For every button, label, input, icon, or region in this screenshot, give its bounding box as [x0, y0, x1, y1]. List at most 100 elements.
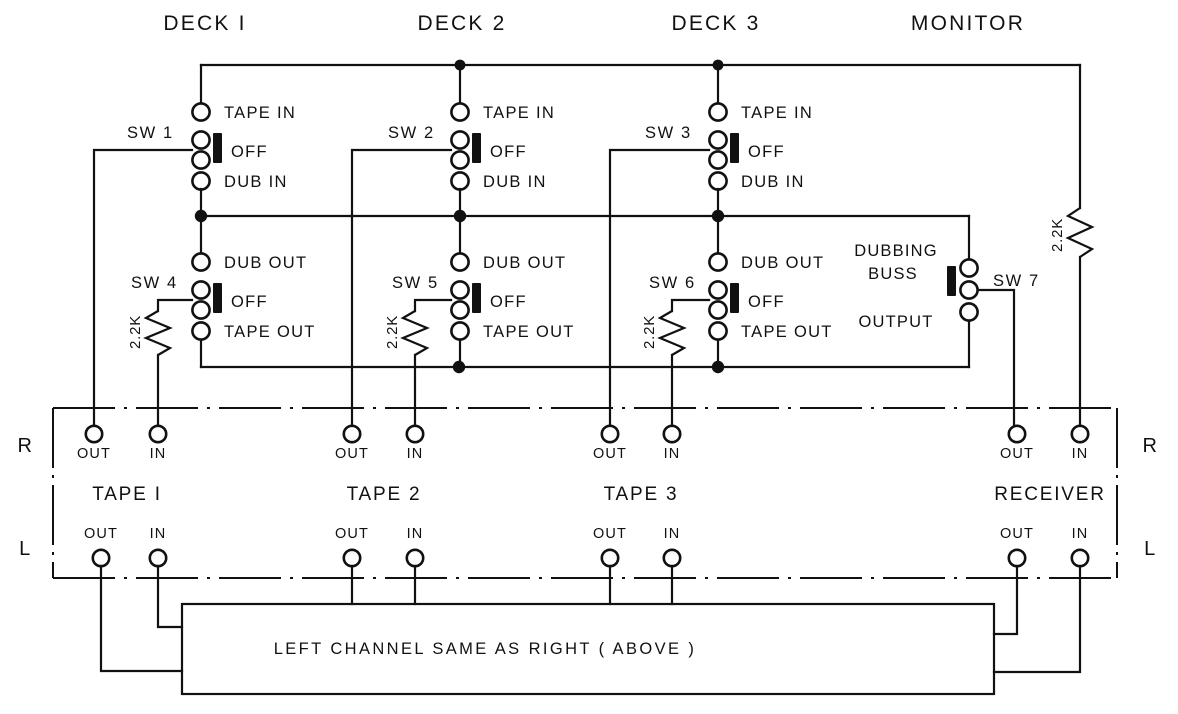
jack-label-left-out: OUT: [593, 526, 627, 542]
terminal-sw7-output[interactable]: [959, 302, 979, 322]
terminal-dub-in[interactable]: [191, 171, 211, 191]
equipment-panel: R L R L OUT IN TAPE I OUT IN OUT IN TAPE…: [17, 407, 1157, 579]
terminal-off-lower[interactable]: [450, 300, 470, 320]
switch-blade-sw1[interactable]: [213, 133, 222, 163]
jack-left-in[interactable]: [405, 548, 425, 568]
switch-blade-sw5[interactable]: [472, 283, 481, 313]
device-label-tape-1: TAPE I: [92, 484, 162, 505]
device-tape-1: OUT IN TAPE I OUT IN: [77, 424, 168, 568]
jack-right-out[interactable]: [84, 424, 104, 444]
terminal-label-tape-out: TAPE OUT: [741, 323, 833, 341]
terminal-dub-out[interactable]: [708, 252, 728, 272]
terminal-off-lower[interactable]: [450, 150, 470, 170]
terminal-off-upper[interactable]: [708, 130, 728, 150]
wire-tape1-left-in: [156, 564, 184, 629]
switch-blade-sw3[interactable]: [730, 133, 739, 163]
terminal-tape-in[interactable]: [450, 102, 470, 122]
wire-receiver-left-out: [992, 564, 1019, 636]
terminal-sw7-dub-buss[interactable]: [959, 258, 979, 278]
terminal-label-dub-in: DUB IN: [483, 173, 547, 191]
jack-right-in[interactable]: [662, 424, 682, 444]
resistor-value-label: 2.2K: [384, 315, 401, 349]
terminal-sw7-common[interactable]: [959, 280, 979, 300]
terminal-off-lower[interactable]: [191, 300, 211, 320]
switch-blade-sw7[interactable]: [947, 266, 956, 296]
terminal-tape-out[interactable]: [450, 321, 470, 341]
jack-left-out[interactable]: [342, 548, 362, 568]
jack-label-right-in: IN: [1072, 446, 1089, 462]
switch-sw1[interactable]: SW 1 TAPE IN OFF DUB IN: [127, 102, 296, 191]
switch-blade-sw4[interactable]: [213, 283, 222, 313]
resistor-2k2-deck-3: 2.2K: [641, 310, 687, 356]
switch-label-sw4: SW 4: [131, 274, 178, 292]
jack-left-out[interactable]: [91, 548, 111, 568]
jack-label-right-in: IN: [407, 446, 424, 462]
terminal-off-lower[interactable]: [191, 150, 211, 170]
jack-right-out[interactable]: [342, 424, 362, 444]
switch-sw2[interactable]: SW 2 TAPE IN OFF DUB IN: [388, 102, 555, 191]
jack-right-in[interactable]: [405, 424, 425, 444]
switch-blade-sw6[interactable]: [730, 283, 739, 313]
dubbing-buss-label-line2: BUSS: [868, 265, 918, 283]
jack-left-out[interactable]: [600, 548, 620, 568]
terminal-label-tape-in: TAPE IN: [224, 104, 296, 122]
terminal-off-upper[interactable]: [191, 280, 211, 300]
terminal-off-lower[interactable]: [708, 150, 728, 170]
resistor-2k2-monitor: 2.2K: [1049, 207, 1095, 258]
terminal-tape-out[interactable]: [191, 321, 211, 341]
terminal-label-off: OFF: [490, 143, 527, 161]
terminal-off-upper[interactable]: [708, 280, 728, 300]
headings-group: DECK I DECK 2 DECK 3 MONITOR: [163, 12, 1023, 35]
terminal-dub-in[interactable]: [708, 171, 728, 191]
terminal-label-dub-out: DUB OUT: [224, 254, 307, 272]
terminal-tape-out[interactable]: [708, 321, 728, 341]
jack-left-in[interactable]: [148, 548, 168, 568]
resistor-value-label: 2.2K: [641, 315, 658, 349]
terminal-off-lower[interactable]: [708, 300, 728, 320]
terminal-off-upper[interactable]: [450, 130, 470, 150]
jack-label-left-out: OUT: [84, 526, 118, 542]
jack-right-in[interactable]: [148, 424, 168, 444]
switch-sw4[interactable]: SW 4 DUB OUT OFF TAPE OUT: [131, 252, 316, 341]
wire-sw7-to-receiver-out: [976, 288, 1016, 427]
device-label-tape-3: TAPE 3: [604, 484, 679, 505]
terminal-dub-out[interactable]: [191, 252, 211, 272]
terminal-off-upper[interactable]: [450, 280, 470, 300]
wire-sw6-to-resistor: [670, 298, 711, 313]
jack-label-left-in: IN: [1072, 526, 1089, 542]
terminal-label-tape-out: TAPE OUT: [224, 323, 316, 341]
jack-right-out[interactable]: [1007, 424, 1027, 444]
terminal-off-upper[interactable]: [191, 130, 211, 150]
device-tape-3: OUT IN TAPE 3 OUT IN: [593, 424, 682, 568]
terminal-dub-out[interactable]: [450, 252, 470, 272]
terminal-label-tape-out: TAPE OUT: [483, 323, 575, 341]
terminal-tape-in[interactable]: [708, 102, 728, 122]
dub-output-bus: [199, 320, 971, 374]
heading-deck-3: DECK 3: [671, 12, 760, 35]
jack-left-out[interactable]: [1007, 548, 1027, 568]
jack-left-in[interactable]: [662, 548, 682, 568]
terminal-label-off: OFF: [748, 293, 785, 311]
deck-3-group: SW 3 TAPE IN OFF DUB IN SW 6 DUB OUT OFF…: [608, 102, 833, 427]
channel-label-right-right-side: R: [1142, 435, 1157, 457]
channel-label-right-left-side: R: [17, 435, 32, 457]
terminal-dub-in[interactable]: [450, 171, 470, 191]
jack-right-in[interactable]: [1070, 424, 1090, 444]
switch-label-sw2: SW 2: [388, 124, 435, 142]
jack-label-right-out: OUT: [335, 446, 369, 462]
heading-deck-1: DECK I: [163, 12, 246, 35]
switch-sw6[interactable]: SW 6 DUB OUT OFF TAPE OUT: [649, 252, 833, 341]
terminal-tape-in[interactable]: [191, 102, 211, 122]
switch-label-sw6: SW 6: [649, 274, 696, 292]
switch-sw3[interactable]: SW 3 TAPE IN OFF DUB IN: [645, 102, 813, 191]
jack-right-out[interactable]: [600, 424, 620, 444]
monitor-group: DUBBING BUSS OUTPUT SW 7 2.2K: [854, 207, 1095, 427]
jack-left-in[interactable]: [1070, 548, 1090, 568]
wire-tape1-left-out: [99, 564, 184, 673]
switch-sw5[interactable]: SW 5 DUB OUT OFF TAPE OUT: [392, 252, 575, 341]
schematic-sheet: DECK I DECK 2 DECK 3 MONITOR SW 1 TAPE I…: [0, 0, 1178, 714]
jack-label-left-out: OUT: [335, 526, 369, 542]
terminal-label-off: OFF: [231, 293, 268, 311]
switch-blade-sw2[interactable]: [472, 133, 481, 163]
jack-label-left-in: IN: [407, 526, 424, 542]
